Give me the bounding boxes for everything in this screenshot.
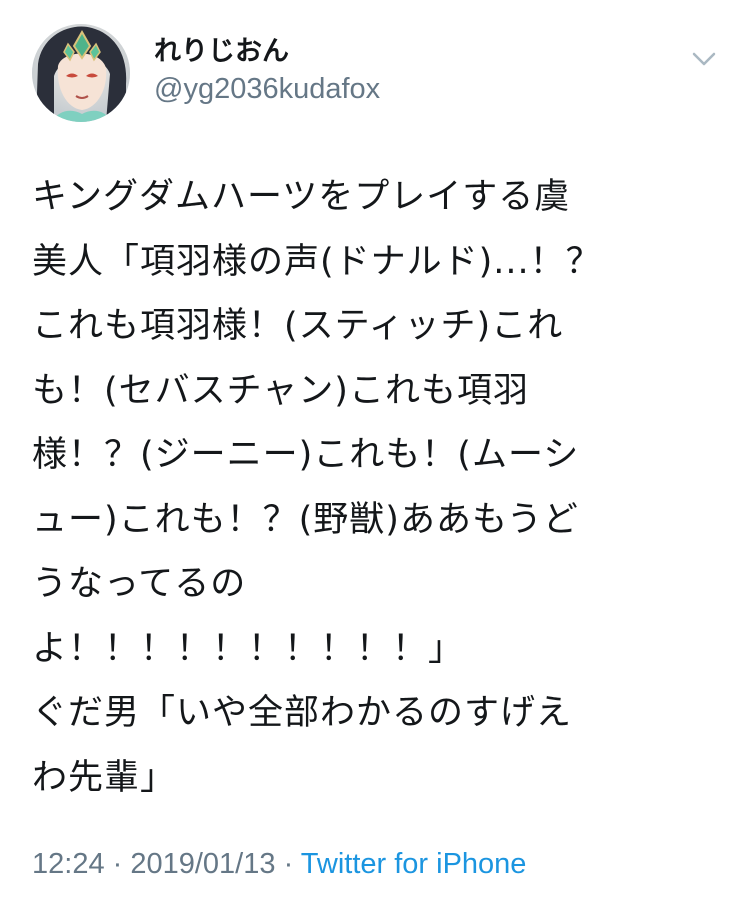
tweet-time[interactable]: 12:24 [32,848,105,880]
author-handle[interactable]: @yg2036kudafox [154,70,380,108]
tweet-detail: れりじおん @yg2036kudafox キングダムハーツをプレイする虞 美人「… [0,0,750,900]
tweet-date[interactable]: 2019/01/13 [130,848,275,880]
tweet-body: キングダムハーツをプレイする虞 美人「項羽様の声(ドナルド)...！？ これも項… [32,165,722,810]
chevron-down-icon[interactable] [686,44,722,74]
tweet-paragraph: ぐだ男「いや全部わかるのすげえ わ先輩」 [32,693,573,798]
avatar[interactable] [32,24,130,122]
meta-separator: · [104,848,131,880]
tweet-meta: 12:24 · 2019/01/13 · Twitter for iPhone [32,845,526,883]
tweet-source-link[interactable]: Twitter for iPhone [301,848,527,880]
meta-separator: · [275,848,301,880]
tweet-paragraph: キングダムハーツをプレイする虞 美人「項羽様の声(ドナルド)...！？ これも項… [32,177,602,669]
author-names: れりじおん @yg2036kudafox [154,34,380,108]
avatar-illustration-icon [32,24,130,122]
tweet-header: れりじおん @yg2036kudafox [32,24,722,134]
author-display-name[interactable]: れりじおん [154,34,380,70]
